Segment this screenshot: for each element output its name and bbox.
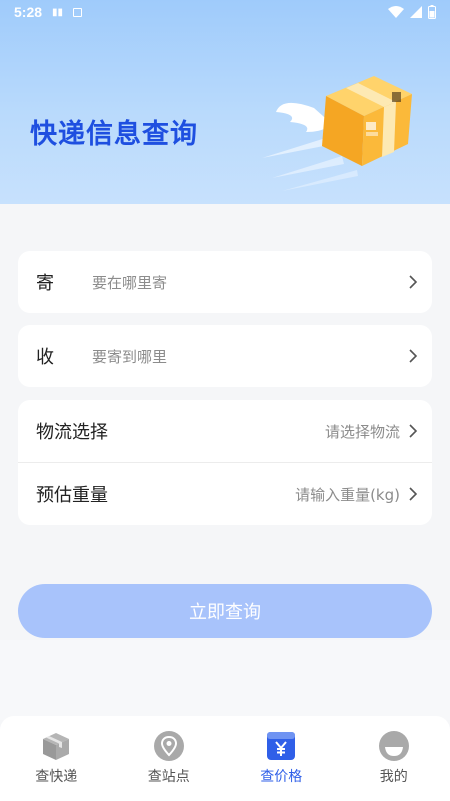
tab-label: 查站点 <box>147 769 190 785</box>
status-time: 5:28 <box>14 4 43 20</box>
battery-icon <box>428 5 436 19</box>
destination-field[interactable]: 收 要寄到哪里 <box>18 325 432 387</box>
flying-package-illustration <box>262 76 412 191</box>
tab-label: 我的 <box>379 769 408 785</box>
destination-label: 收 <box>36 347 54 368</box>
logistics-select[interactable]: 物流选择 请选择物流 <box>18 400 432 462</box>
location-pin-icon <box>153 731 184 761</box>
query-button[interactable]: 立即查询 <box>18 584 432 638</box>
yen-price-icon <box>267 732 296 760</box>
chevron-right-icon <box>406 275 420 289</box>
package-icon <box>43 733 70 760</box>
app-notification-icon <box>73 7 83 17</box>
logistics-placeholder: 请选择物流 <box>324 422 400 441</box>
tab-label: 查快递 <box>35 769 78 785</box>
tab-label: 查价格 <box>260 769 303 785</box>
signal-icon <box>410 6 422 18</box>
logistics-label: 物流选择 <box>36 422 108 443</box>
page-title: 快递信息查询 <box>30 119 198 150</box>
tab-find-station[interactable]: 查站点 <box>113 730 225 786</box>
tab-profile[interactable]: 我的 <box>338 730 450 786</box>
origin-field[interactable]: 寄 要在哪里寄 <box>18 251 432 313</box>
destination-placeholder: 要寄到哪里 <box>92 347 168 366</box>
bottom-tab-bar: 查快递 查站点 查价格 我的 <box>0 716 450 801</box>
hero-banner: 5:28 ▮▮ 快递信息查询 <box>0 0 450 204</box>
chevron-right-icon <box>406 424 420 438</box>
wifi-icon <box>388 6 404 18</box>
origin-placeholder: 要在哪里寄 <box>92 273 168 292</box>
tab-check-price[interactable]: 查价格 <box>225 730 337 786</box>
weight-label: 预估重量 <box>36 485 108 506</box>
shipment-options-card: 物流选择 请选择物流 预估重量 请输入重量(kg) <box>18 400 432 525</box>
weight-input[interactable]: 预估重量 请输入重量(kg) <box>18 463 432 525</box>
weight-placeholder: 请输入重量(kg) <box>295 485 400 504</box>
notification-icon: ▮▮ <box>52 6 64 18</box>
chevron-right-icon <box>406 487 420 501</box>
chevron-right-icon <box>406 349 420 363</box>
origin-label: 寄 <box>36 273 54 294</box>
status-bar: 5:28 ▮▮ <box>0 0 450 24</box>
tab-track-package[interactable]: 查快递 <box>0 730 112 786</box>
profile-icon <box>378 731 409 761</box>
content-background <box>0 640 450 720</box>
